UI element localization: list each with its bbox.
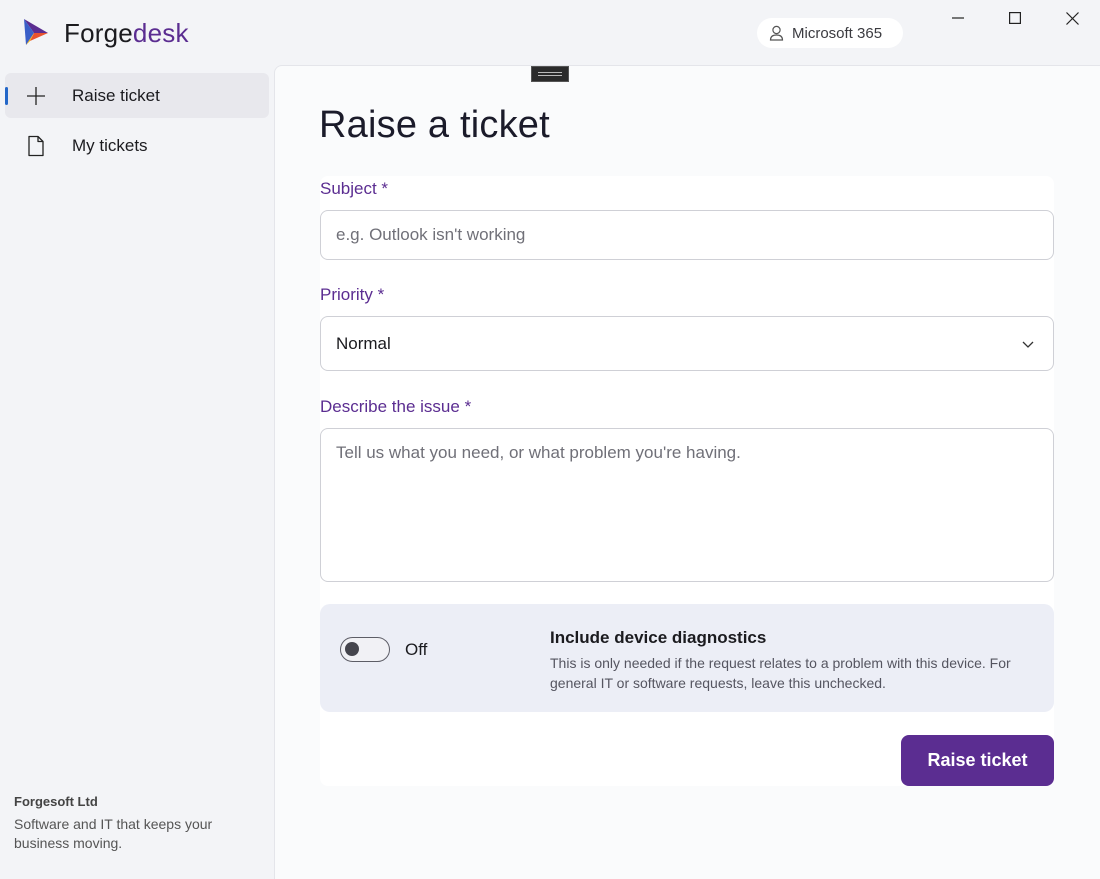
toggle-knob	[345, 642, 359, 656]
app-brand: Forgedesk	[64, 17, 189, 49]
account-label: Microsoft 365	[792, 24, 883, 42]
forgedesk-logo-icon	[24, 19, 48, 45]
plus-icon	[27, 87, 45, 105]
page-title: Raise a ticket	[319, 104, 550, 146]
toggle-state-label: Off	[405, 640, 428, 659]
description-label: Describe the issue *	[320, 397, 472, 416]
priority-label: Priority *	[320, 285, 385, 304]
person-icon	[769, 25, 784, 41]
title-bar: Forgedesk Microsoft 365	[0, 0, 1100, 66]
brand-forge: Forge	[64, 18, 133, 48]
maximize-icon	[1009, 12, 1021, 24]
drag-handle[interactable]	[531, 66, 569, 82]
close-button[interactable]	[1044, 0, 1100, 36]
sidebar-item-my-tickets[interactable]: My tickets	[5, 123, 269, 168]
document-icon	[28, 135, 44, 157]
minimize-icon	[952, 17, 964, 19]
brand-desk: desk	[132, 18, 189, 48]
company-info: Forgesoft Ltd Software and IT that keeps…	[14, 794, 264, 853]
account-button[interactable]: Microsoft 365	[757, 18, 903, 48]
diagnostics-description: This is only needed if the request relat…	[550, 655, 1011, 691]
chevron-down-icon	[1022, 341, 1034, 348]
priority-select[interactable]: Normal	[320, 316, 1054, 371]
subject-input[interactable]	[320, 210, 1054, 260]
company-tagline: Software and IT that keeps your business…	[14, 816, 213, 851]
minimize-button[interactable]	[930, 0, 986, 36]
main-content: Raise a ticket Subject * Priority * Norm…	[274, 65, 1100, 879]
active-indicator	[5, 87, 8, 105]
description-textarea[interactable]	[320, 428, 1054, 582]
diagnostics-toggle[interactable]	[340, 637, 390, 662]
company-name: Forgesoft Ltd	[14, 794, 98, 809]
subject-label: Subject *	[320, 179, 389, 198]
sidebar-item-raise-ticket[interactable]: Raise ticket	[5, 73, 269, 118]
maximize-button[interactable]	[987, 0, 1043, 36]
diagnostics-panel: Off Include device diagnostics This is o…	[320, 604, 1054, 712]
sidebar: Raise ticket My tickets Forgesoft Ltd So…	[0, 66, 275, 879]
sidebar-item-label: My tickets	[72, 136, 148, 155]
raise-ticket-button[interactable]: Raise ticket	[901, 735, 1054, 786]
sidebar-item-label: Raise ticket	[72, 86, 160, 105]
close-icon	[1065, 11, 1079, 25]
diagnostics-title: Include device diagnostics	[550, 628, 767, 647]
priority-value: Normal	[336, 333, 391, 353]
